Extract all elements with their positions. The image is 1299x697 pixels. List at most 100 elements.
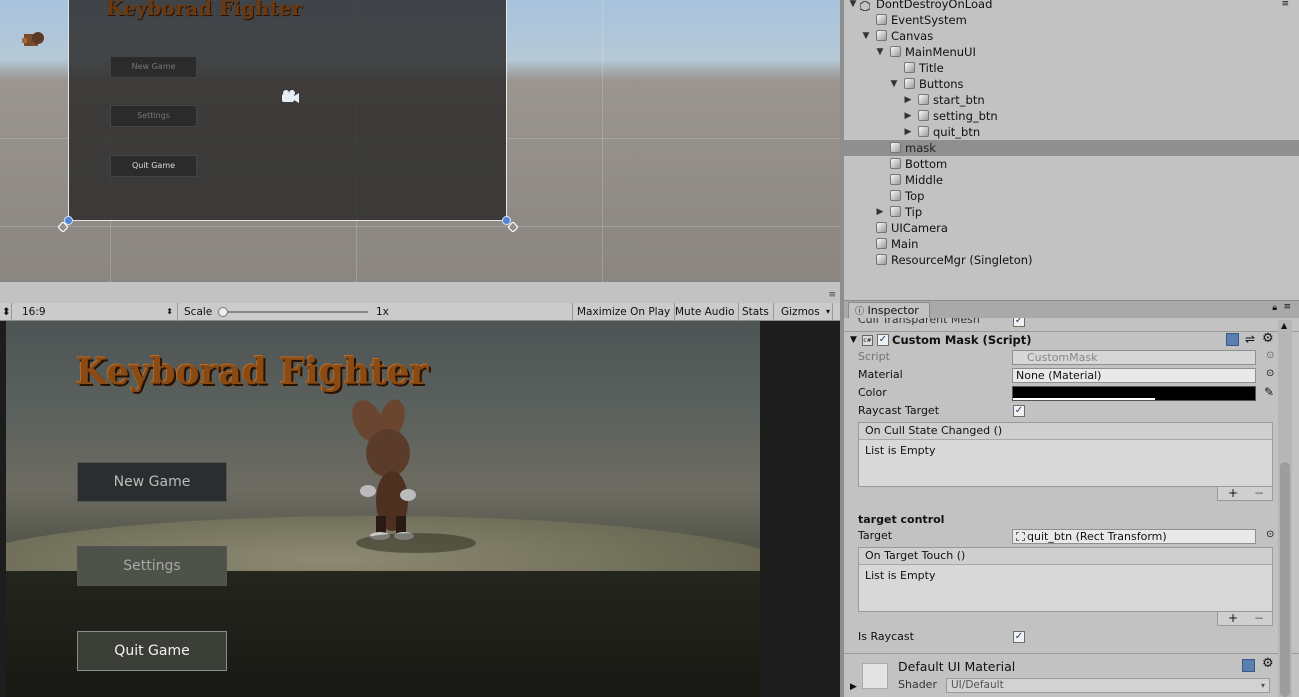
scene-quit-game-button[interactable]: Quit Game xyxy=(110,155,197,177)
material-foldout-arrow-icon[interactable]: ▶ xyxy=(850,682,857,692)
scale-slider-track[interactable] xyxy=(222,311,368,313)
is-raycast-checkbox[interactable]: ✓ xyxy=(1013,631,1025,643)
aspect-dropdown[interactable]: 16:9 ⬍ xyxy=(18,303,178,321)
material-help-icon[interactable] xyxy=(1242,659,1255,672)
stats-button[interactable]: Stats xyxy=(738,303,774,321)
eyedropper-icon[interactable]: ✎ xyxy=(1264,385,1274,399)
on-cull-state-changed-event: On Cull State Changed () List is Empty xyxy=(858,422,1273,487)
material-picker-icon[interactable]: ⊙ xyxy=(1266,368,1274,379)
gizmos-dropdown[interactable]: Gizmos ▾ xyxy=(777,303,833,321)
hierarchy-row-mask[interactable]: mask xyxy=(844,140,1299,156)
script-picker-icon[interactable]: ⊙ xyxy=(1266,350,1274,361)
hierarchy-row-mainmenuui[interactable]: ▼ MainMenuUI xyxy=(844,44,1299,60)
material-gear-icon[interactable]: ⚙ xyxy=(1262,656,1274,671)
tab-inspector[interactable]: ⓘ Inspector xyxy=(848,302,930,319)
quit-game-button[interactable]: Quit Game xyxy=(77,631,227,671)
settings-button[interactable]: Settings xyxy=(77,546,227,586)
default-ui-material-title: Default UI Material xyxy=(898,659,1016,674)
script-field[interactable]: CustomMask xyxy=(1012,350,1256,365)
scene-settings-button[interactable]: Settings xyxy=(110,105,197,127)
hierarchy-row-start-btn[interactable]: ▶ start_btn xyxy=(844,92,1299,108)
shader-label: Shader xyxy=(898,678,937,691)
inspector-scroll-thumb[interactable] xyxy=(1280,462,1290,697)
shader-value: UI/Default xyxy=(951,679,1004,691)
maximize-on-play-button[interactable]: Maximize On Play xyxy=(572,303,676,321)
hierarchy-row-title[interactable]: Title xyxy=(844,60,1299,76)
hierarchy-row-top[interactable]: Top xyxy=(844,188,1299,204)
hierarchy-label: quit_btn xyxy=(933,125,981,139)
event2-add-button[interactable]: + xyxy=(1228,612,1238,624)
scale-control[interactable]: Scale 1x xyxy=(180,303,390,321)
collapse-arrow-icon[interactable]: ▶ xyxy=(903,124,913,140)
unity-scene-icon xyxy=(859,0,871,12)
gameobject-icon xyxy=(876,14,887,25)
hierarchy-row-resourcemgr[interactable]: ResourceMgr (Singleton) xyxy=(844,252,1299,268)
hierarchy-row-buttons[interactable]: ▼ Buttons xyxy=(844,76,1299,92)
event-add-button[interactable]: + xyxy=(1228,487,1238,499)
expand-arrow-icon[interactable]: ▼ xyxy=(848,0,858,12)
scene-view[interactable]: Keyborad Fighter New Game Settings Quit … xyxy=(0,0,840,282)
gameobject-icon xyxy=(890,174,901,185)
light-gizmo-icon[interactable] xyxy=(22,28,46,48)
on-target-list-empty: List is Empty xyxy=(859,565,1272,611)
lock-icon[interactable]: 🔒︎ xyxy=(1272,303,1277,313)
event2-add-remove: + − xyxy=(1217,612,1273,626)
scale-slider-thumb[interactable] xyxy=(218,307,228,317)
gameobject-icon xyxy=(890,46,901,57)
hierarchy-label: ResourceMgr (Singleton) xyxy=(891,253,1033,267)
character-model xyxy=(346,391,426,541)
scroll-up-icon[interactable]: ▲ xyxy=(1281,321,1287,330)
hierarchy-row-bottom[interactable]: Bottom xyxy=(844,156,1299,172)
event-remove-button[interactable]: − xyxy=(1254,487,1264,499)
hierarchy-row-tip[interactable]: ▶ Tip xyxy=(844,204,1299,220)
collapse-arrow-icon[interactable]: ▶ xyxy=(875,204,885,220)
scene-new-game-button[interactable]: New Game xyxy=(110,56,197,78)
target-picker-icon[interactable]: ⊙ xyxy=(1266,529,1274,540)
hierarchy-row-dontdestroy[interactable]: ▼ DontDestroyOnLoad ≡ xyxy=(844,0,1299,12)
anchor-bottom-right-icon[interactable] xyxy=(507,221,519,233)
raycast-target-checkbox[interactable]: ✓ xyxy=(1013,405,1025,417)
game-view[interactable]: Keyborad Fighter New Game Settings Quit … xyxy=(0,321,840,697)
new-game-button[interactable]: New Game xyxy=(77,462,227,502)
preset-icon[interactable]: ⇌ xyxy=(1245,332,1255,346)
camera-gizmo-icon[interactable] xyxy=(278,90,300,106)
expand-arrow-icon[interactable]: ▼ xyxy=(875,44,885,60)
hierarchy-row-quit-btn[interactable]: ▶ quit_btn xyxy=(844,124,1299,140)
script-label: Script xyxy=(858,350,890,363)
tab-menu-icon[interactable]: ≡ xyxy=(1283,302,1291,312)
hierarchy-label: Title xyxy=(919,61,944,75)
hierarchy-label: mask xyxy=(905,141,936,155)
component-title: Custom Mask (Script) xyxy=(892,333,1032,347)
collapse-arrow-icon[interactable]: ▶ xyxy=(903,108,913,124)
settings-gear-icon[interactable]: ⚙ xyxy=(1262,331,1274,346)
hierarchy-row-middle[interactable]: Middle xyxy=(844,172,1299,188)
color-label: Color xyxy=(858,386,887,399)
hierarchy-row-uicamera[interactable]: UICamera xyxy=(844,220,1299,236)
help-book-icon[interactable] xyxy=(1226,333,1239,346)
panel-menu-icon[interactable]: ≡ xyxy=(828,290,836,300)
component-enabled-checkbox[interactable]: ✓ xyxy=(877,334,889,346)
gameobject-icon xyxy=(876,30,887,41)
hierarchy-row-eventsystem[interactable]: EventSystem xyxy=(844,12,1299,28)
expand-arrow-icon[interactable]: ▼ xyxy=(861,28,871,44)
mute-audio-button[interactable]: Mute Audio xyxy=(671,303,740,321)
expand-arrow-icon[interactable]: ▼ xyxy=(889,76,899,92)
cull-transparent-mesh-label: Cull Transparent Mesh xyxy=(858,318,980,326)
hierarchy-row-main[interactable]: Main xyxy=(844,236,1299,252)
target-field[interactable]: quit_btn (Rect Transform) xyxy=(1012,529,1256,544)
material-field[interactable]: None (Material) xyxy=(1012,368,1256,383)
display-dropdown[interactable]: ⬍ xyxy=(0,303,12,321)
collapse-arrow-icon[interactable]: ▶ xyxy=(903,92,913,108)
component-foldout-arrow-icon[interactable]: ▼ xyxy=(850,335,857,345)
shader-dropdown[interactable]: UI/Default ▾ xyxy=(946,678,1270,693)
hierarchy-row-canvas[interactable]: ▼ Canvas xyxy=(844,28,1299,44)
cull-transparent-mesh-checkbox[interactable]: ✓ xyxy=(1013,318,1025,327)
color-alpha-bar xyxy=(1013,398,1155,400)
game-viewport[interactable]: Keyborad Fighter New Game Settings Quit … xyxy=(6,321,760,697)
hierarchy-menu-icon[interactable]: ≡ xyxy=(1281,0,1289,12)
hierarchy-row-setting-btn[interactable]: ▶ setting_btn xyxy=(844,108,1299,124)
game-title-text: Keyborad Fighter xyxy=(76,351,429,393)
anchor-bottom-left-icon[interactable] xyxy=(57,221,69,233)
color-swatch[interactable] xyxy=(1012,386,1256,401)
event2-remove-button[interactable]: − xyxy=(1254,612,1264,624)
